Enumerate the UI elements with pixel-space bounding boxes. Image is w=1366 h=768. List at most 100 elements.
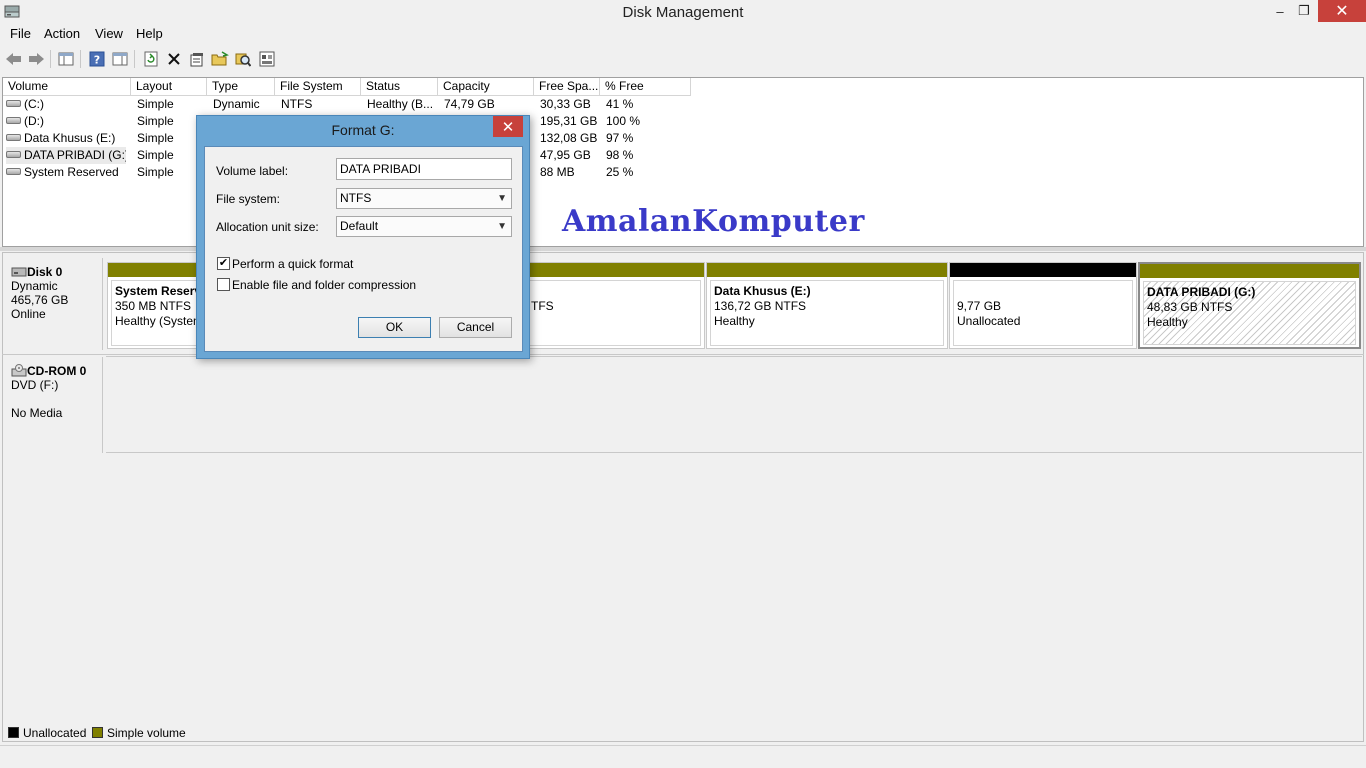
cdrom-type: DVD (F:) [11,378,59,392]
help-icon[interactable]: ? [87,49,107,69]
refresh-icon[interactable] [141,49,161,69]
partition-status: Unallocated [957,314,1021,328]
volume-label-caption: Volume label: [216,164,289,178]
back-arrow-icon[interactable] [4,49,24,69]
partition-name: Data Khusus (E:) [714,284,811,298]
cdrom-name: CD-ROM 0 [27,364,87,378]
legend-label-simple: Simple volume [107,726,186,740]
disk-state: Online [11,307,46,321]
dialog-title: Format G: [331,122,395,138]
partition-size: 48,83 GB NTFS [1147,300,1233,314]
volume-label-input[interactable]: DATA PRIBADI [336,158,512,180]
chevron-down-icon: ▼ [497,221,507,232]
toolbar: ? [0,46,1366,72]
partition-status: Healthy [714,314,755,328]
disk-settings-icon[interactable] [257,49,277,69]
layout-cell: Simple [137,165,174,179]
window-title: Disk Management [622,4,744,21]
dialog-body: Volume label: DATA PRIBADI File system: … [204,146,523,352]
percent-free-cell: 98 % [606,148,634,162]
column-header-type[interactable]: Type [207,78,275,96]
menu-bar: File Action View Help [0,24,1366,44]
drive-icon [6,151,21,159]
legend-swatch-simple [92,727,103,738]
volume-name: (C:) [24,97,44,111]
cdrom-media-area[interactable] [106,356,1362,453]
partition-data-pribadi[interactable]: DATA PRIBADI (G:) 48,83 GB NTFS Healthy [1138,262,1361,349]
menu-action[interactable]: Action [44,26,80,41]
quick-format-label: Perform a quick format [232,257,354,271]
cancel-button[interactable]: Cancel [439,317,512,338]
allocation-unit-value: Default [340,219,379,233]
volume-name: DATA PRIBADI (G:) [24,148,126,162]
cdrom-0-label[interactable]: CD-ROM 0 DVD (F:) No Media [3,357,103,453]
column-header-volume[interactable]: Volume [3,78,131,96]
menu-view[interactable]: View [95,26,123,41]
file-system-select[interactable]: NTFS ▼ [336,188,512,209]
format-dialog: Format G: ✕ Volume label: DATA PRIBADI F… [196,115,530,359]
drive-icon [6,100,21,108]
title-bar: Disk Management – ❐ ✕ [0,0,1366,24]
column-header-free-space[interactable]: Free Spa... [534,78,600,96]
console-tree-icon[interactable] [56,49,76,69]
layout-cell: Simple [137,148,174,162]
partition-unallocated[interactable]: 9,77 GB Unallocated [949,262,1137,349]
disk-type: Dynamic [11,279,58,293]
partition-name: DATA PRIBADI (G:) [1147,285,1256,299]
free-space-cell: 132,08 GB [540,131,598,145]
hard-disk-icon [11,267,27,277]
partition-system-reserved[interactable]: System Reserv 350 MB NTFS Healthy (Syste… [107,262,206,349]
file-system-value: NTFS [340,191,372,205]
properties-icon[interactable] [187,49,207,69]
menu-help[interactable]: Help [136,26,163,41]
partition-size: 9,77 GB [957,299,1002,313]
partition-status: Healthy (System [115,314,202,328]
percent-free-cell: 25 % [606,165,634,179]
partition-bar [950,263,1136,277]
column-header-percent-free[interactable]: % Free [600,78,691,96]
status-bar [0,745,1366,768]
restore-button[interactable]: ❐ [1290,0,1318,22]
column-header-layout[interactable]: Layout [131,78,207,96]
dialog-close-button[interactable]: ✕ [493,116,523,137]
free-space-cell: 30,33 GB [540,97,591,111]
column-header-file-system[interactable]: File System [275,78,361,96]
menu-file[interactable]: File [10,26,31,41]
volume-name: System Reserved [24,165,119,179]
cd-rom-icon [11,364,27,377]
status-cell: Healthy (B... [367,97,434,111]
compression-checkbox[interactable] [217,278,230,291]
partition-bar [108,263,205,277]
partition-data-khusus[interactable]: Data Khusus (E:) 136,72 GB NTFS Healthy [706,262,948,349]
column-header-capacity[interactable]: Capacity [438,78,534,96]
disk-name: Disk 0 [27,265,63,279]
disk-0-label[interactable]: Disk 0 Dynamic 465,76 GB Online [3,258,103,350]
cdrom-state: No Media [11,406,63,420]
capacity-cell: 74,79 GB [444,97,495,111]
partition-size: 136,72 GB NTFS [714,299,807,313]
close-button[interactable]: ✕ [1318,0,1366,22]
percent-free-cell: 41 % [606,97,634,111]
partition-bar [1140,264,1359,278]
legend-label-unallocated: Unallocated [23,726,87,740]
delete-icon[interactable] [164,49,184,69]
drive-icon [6,168,21,176]
open-icon[interactable] [210,49,230,69]
show-hide-action-pane-icon[interactable] [110,49,130,69]
file-system-caption: File system: [216,192,281,206]
watermark-text: AmalanKomputer [562,204,865,239]
layout-cell: Simple [137,131,174,145]
allocation-unit-select[interactable]: Default ▼ [336,216,512,237]
percent-free-cell: 100 % [606,114,641,128]
disk-size: 465,76 GB [11,293,69,307]
free-space-cell: 88 MB [540,165,575,179]
quick-format-checkbox[interactable]: ✔ [217,257,230,270]
filesystem-cell: NTFS [281,97,313,111]
explore-icon[interactable] [233,49,253,69]
volume-name: (D:) [24,114,44,128]
volume-name: Data Khusus (E:) [24,131,116,145]
column-header-status[interactable]: Status [361,78,438,96]
forward-arrow-icon[interactable] [26,49,46,69]
partition-status: Healthy [1147,315,1188,329]
ok-button[interactable]: OK [358,317,431,338]
